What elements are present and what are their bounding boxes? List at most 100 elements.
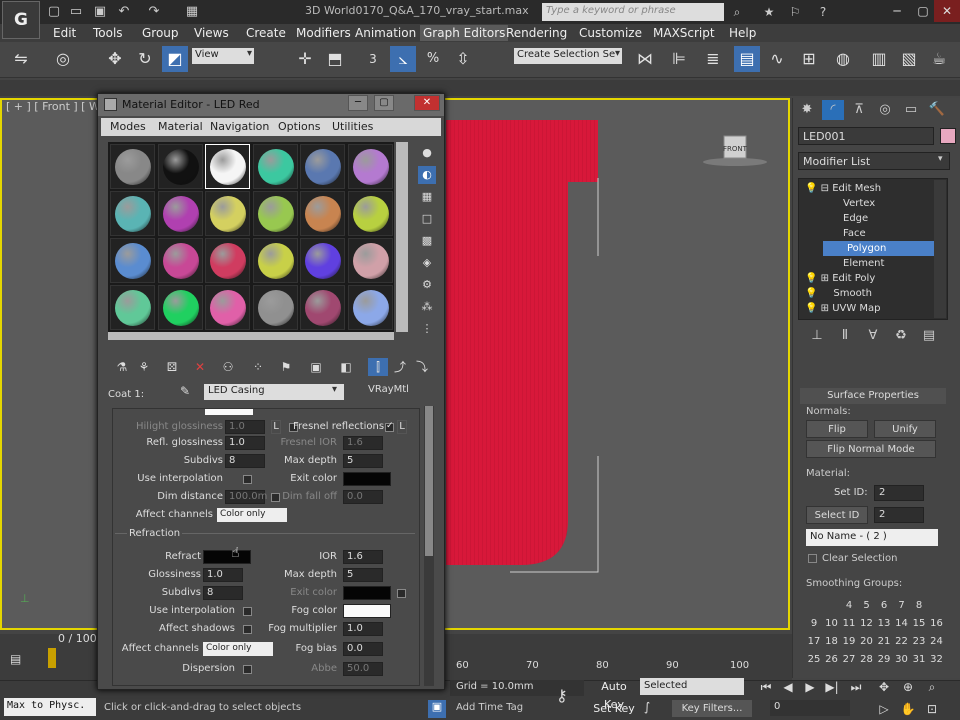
smoothing-group-button[interactable]: 23 [911, 634, 927, 649]
default-tangents-icon[interactable]: ∫ [644, 700, 664, 718]
smoothing-group-button[interactable]: 4 [841, 598, 857, 613]
material-sample-slot[interactable] [252, 285, 298, 330]
get-material-icon[interactable]: ⚗ [112, 358, 132, 376]
parameters-scroll-thumb[interactable] [425, 406, 433, 556]
light-bulb-icon[interactable]: 💡 [805, 303, 817, 314]
stack-item-edit-poly[interactable]: 💡 ⊞ Edit Poly [805, 271, 875, 286]
options-icon[interactable]: ⚙ [418, 276, 436, 294]
make-unique-icon[interactable]: ⁘ [248, 358, 268, 376]
refr-exit-color-checkbox[interactable] [397, 589, 406, 598]
flip-normal-mode-button[interactable]: Flip Normal Mode [806, 440, 936, 458]
minimize-icon[interactable]: ─ [884, 0, 910, 22]
auto-key-button[interactable]: Auto Key [592, 678, 636, 711]
make-preview-icon[interactable]: ◈ [418, 254, 436, 272]
go-to-end-icon[interactable]: ⏭ [846, 678, 866, 696]
menu-animation[interactable]: Animation [352, 25, 419, 41]
stack-item-vertex[interactable]: Vertex [843, 196, 875, 211]
smoothing-group-button[interactable]: 6 [876, 598, 892, 613]
search-icon[interactable]: ⌕ [728, 3, 746, 21]
smoothing-group-button[interactable]: 28 [859, 652, 875, 667]
menu-edit[interactable]: Edit [50, 25, 79, 41]
menu-help[interactable]: Help [726, 25, 759, 41]
fresnel-lock-button[interactable]: L [397, 420, 407, 434]
smoothing-group-button[interactable]: 24 [929, 634, 945, 649]
me-close-icon[interactable]: ✕ [414, 95, 440, 111]
smoothing-group-button[interactable]: 30 [894, 652, 910, 667]
align-icon[interactable]: ⊫ [666, 46, 692, 72]
refl-exit-color-swatch[interactable] [343, 472, 391, 486]
smoothing-group-button[interactable]: 7 [894, 598, 910, 613]
light-bulb-icon[interactable]: 💡 [805, 183, 817, 194]
smoothing-group-button[interactable]: 12 [859, 616, 875, 631]
zoom-icon[interactable]: ⌕ [922, 678, 942, 696]
me-menu-options[interactable]: Options [278, 120, 320, 133]
pan-view-icon[interactable]: ✋ [898, 700, 918, 718]
material-sample-slot[interactable] [157, 238, 203, 283]
link-icon[interactable]: ⇋ [8, 46, 34, 72]
modifier-stack[interactable]: 💡 ⊟ Edit Mesh Vertex Edge Face Polygon E… [798, 178, 948, 320]
communication-icon[interactable]: ⚐ [786, 3, 804, 21]
material-sample-slot[interactable] [157, 191, 203, 236]
fresnel-reflections-checkbox[interactable] [385, 421, 394, 432]
time-slider-counter[interactable]: 0 / 100 [58, 632, 97, 645]
clear-selection-checkbox[interactable] [808, 554, 817, 563]
sample-slots-hscroll[interactable] [108, 332, 394, 340]
smoothing-group-button[interactable]: 21 [876, 634, 892, 649]
me-menu-modes[interactable]: Modes [110, 120, 146, 133]
flip-button[interactable]: Flip [806, 420, 868, 438]
save-file-icon[interactable]: ▣ [90, 3, 110, 21]
video-color-check-icon[interactable]: ▩ [418, 232, 436, 250]
refl-affect-channels-dropdown[interactable]: Color only [217, 508, 287, 522]
menu-maxscript[interactable]: MAXScript [650, 25, 718, 41]
maximize-viewport-icon[interactable]: ⊡ [922, 700, 942, 718]
new-file-icon[interactable]: ▢ [44, 3, 64, 21]
smoothing-group-button[interactable]: 29 [876, 652, 892, 667]
material-editor-icon[interactable]: ◍ [830, 46, 856, 72]
remove-modifier-icon[interactable]: ♻ [890, 328, 912, 346]
scale-icon[interactable]: ◩ [162, 46, 188, 72]
menu-rendering[interactable]: Rendering [503, 25, 570, 41]
stack-item-polygon[interactable]: Polygon [823, 241, 935, 256]
light-bulb-icon[interactable]: 💡 [805, 288, 817, 299]
menu-tools[interactable]: Tools [90, 25, 126, 41]
close-icon[interactable]: ✕ [934, 0, 960, 22]
current-frame-field[interactable]: 0 [770, 700, 850, 716]
app-logo-button[interactable]: G [2, 1, 40, 39]
modifier-list-dropdown[interactable]: Modifier List [798, 152, 950, 170]
key-filters-button[interactable]: Key Filters... [672, 700, 752, 717]
rendered-frame-icon[interactable]: ▧ [896, 46, 922, 72]
stack-scrollbar[interactable] [934, 180, 946, 318]
sample-type-icon[interactable]: ● [418, 144, 436, 162]
go-forward-sibling-icon[interactable]: ⤵ [412, 358, 432, 376]
favorites-icon[interactable]: ★ [760, 3, 778, 21]
fog-color-swatch[interactable] [343, 604, 391, 618]
material-name-dropdown[interactable]: LED Casing [204, 384, 344, 400]
stack-item-edit-mesh[interactable]: 💡 ⊟ Edit Mesh [805, 181, 881, 196]
smoothing-group-button[interactable]: 16 [929, 616, 945, 631]
stack-item-edge[interactable]: Edge [843, 211, 868, 226]
smoothing-group-button[interactable]: 8 [911, 598, 927, 613]
smoothing-group-button[interactable]: 25 [806, 652, 822, 667]
smoothing-group-button[interactable]: 20 [859, 634, 875, 649]
modify-tab-icon[interactable]: ◜ [822, 100, 844, 120]
layer-manager-icon[interactable]: ≣ [700, 46, 726, 72]
render-production-icon[interactable]: ☕ [926, 46, 952, 72]
help-icon[interactable]: ? [814, 3, 832, 21]
search-input[interactable]: Type a keyword or phrase [542, 3, 724, 21]
schematic-view-icon[interactable]: ⊞ [796, 46, 822, 72]
menu-customize[interactable]: Customize [576, 25, 645, 41]
smoothing-group-button[interactable]: 15 [911, 616, 927, 631]
material-sample-slot[interactable] [347, 191, 393, 236]
smoothing-group-button[interactable]: 31 [911, 652, 927, 667]
me-menu-material[interactable]: Material [158, 120, 203, 133]
field-of-view-icon[interactable]: ▷ [874, 700, 894, 718]
material-sample-slot[interactable] [347, 144, 393, 189]
angle-snap-icon[interactable]: ⦣ [390, 46, 416, 72]
mini-curve-icon[interactable]: ▤ [10, 652, 30, 668]
render-setup-icon[interactable]: ▥ [866, 46, 892, 72]
project-folder-icon[interactable]: ▦ [182, 3, 202, 21]
hilight-lock-button[interactable]: L [271, 420, 281, 434]
material-sample-slot[interactable] [300, 238, 345, 283]
material-sample-slot[interactable] [205, 285, 250, 330]
move-icon[interactable]: ✥ [102, 46, 128, 72]
